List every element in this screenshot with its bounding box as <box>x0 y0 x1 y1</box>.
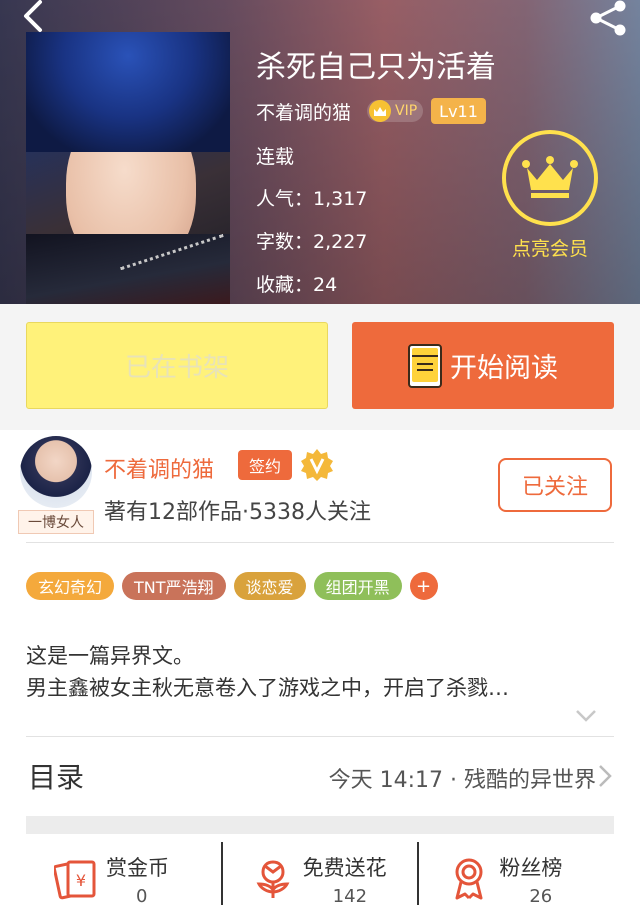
author-card-name[interactable]: 不着调的猫 <box>104 452 214 484</box>
tag-item[interactable]: 谈恋爱 <box>233 572 306 600</box>
chevron-right-icon <box>599 765 612 787</box>
tag-list: 玄幻奇幻 TNT严浩翔 谈恋爱 组团开黑 + <box>26 572 438 600</box>
share-icon[interactable] <box>586 0 630 40</box>
fan-rank-icon <box>455 858 483 900</box>
toc-label: 目录 <box>28 761 85 794</box>
level-badge: Lv11 <box>431 98 486 124</box>
fan-rank-value: 26 <box>529 886 553 905</box>
section-separator <box>26 816 614 834</box>
book-header: 杀死自己只为活着 不着调的猫 VIP Lv11 连载 人气：1,317 字数：2… <box>0 0 640 304</box>
tag-item[interactable]: TNT严浩翔 <box>122 572 226 600</box>
interaction-stats: ¥ 赏金币 0 免费送花 142 粉丝榜 26 <box>26 842 614 905</box>
book-title: 杀死自己只为活着 <box>256 50 496 85</box>
flower-icon <box>256 860 290 898</box>
word-count: 字数：2,227 <box>256 231 368 253</box>
latest-chapter: 今天 14:17 · 残酷的异世界 <box>328 768 596 793</box>
free-flower-value: 142 <box>332 886 368 905</box>
chevron-down-icon[interactable] <box>574 708 598 724</box>
member-button[interactable]: 点亮会员 <box>500 130 600 261</box>
reward-coin-label: 赏金币 <box>106 856 169 880</box>
signed-badge: 签约 <box>238 450 292 480</box>
book-detail-page: 杀死自己只为活着 不着调的猫 VIP Lv11 连载 人气：1,317 字数：2… <box>0 0 640 905</box>
book-info-section: 玄幻奇幻 TNT严浩翔 谈恋爱 组团开黑 + 这是一篇异界文。 男主鑫被女主秋无… <box>0 542 640 905</box>
followed-button[interactable]: 已关注 <box>498 458 612 512</box>
fan-rank-label: 粉丝榜 <box>499 856 563 880</box>
member-crown-icon <box>502 130 598 226</box>
book-cover-image[interactable] <box>26 32 230 304</box>
free-flower-stat[interactable]: 免费送花 142 <box>220 842 418 905</box>
tag-item[interactable]: 玄幻奇幻 <box>26 572 115 600</box>
verified-v-icon <box>301 449 333 481</box>
svg-text:¥: ¥ <box>76 871 86 890</box>
reward-coin-stat[interactable]: ¥ 赏金币 0 <box>26 842 221 905</box>
reward-coin-value: 0 <box>136 886 148 905</box>
popularity-count: 人气：1,317 <box>256 188 368 210</box>
start-reading-label: 开始阅读 <box>450 353 558 384</box>
divider <box>26 542 614 543</box>
author-card: 一博女人 不着调的猫 签约 著有12部作品·5338人关注 已关注 <box>0 430 640 542</box>
back-icon[interactable] <box>14 0 54 36</box>
free-flower-label: 免费送花 <box>302 856 387 880</box>
member-label: 点亮会员 <box>511 238 588 260</box>
vip-label: VIP <box>395 103 418 119</box>
synopsis[interactable]: 这是一篇异界文。 男主鑫被女主秋无意卷入了游戏之中，开启了杀戮… <box>26 640 606 704</box>
synopsis-line: 这是一篇异界文。 <box>26 644 194 668</box>
author-stats: 著有12部作品·5338人关注 <box>104 500 371 525</box>
serial-status: 连载 <box>256 146 295 168</box>
author-row: 不着调的猫 VIP Lv11 <box>256 96 486 126</box>
vip-badge: VIP <box>367 100 424 122</box>
start-reading-button[interactable]: 开始阅读 <box>352 322 614 409</box>
fan-rank-stat[interactable]: 粉丝榜 26 <box>417 842 614 905</box>
vip-crown-icon <box>369 100 392 122</box>
favorites-count: 收藏：24 <box>256 274 338 296</box>
divider <box>26 736 614 737</box>
avatar-tag: 一博女人 <box>18 510 94 534</box>
synopsis-line: 男主鑫被女主秋无意卷入了游戏之中，开启了杀戮… <box>26 676 509 700</box>
add-tag-button[interactable]: + <box>409 572 438 600</box>
tag-item[interactable]: 组团开黑 <box>313 572 402 600</box>
reward-coin-icon: ¥ <box>54 860 96 900</box>
table-of-contents-row[interactable]: 目录 今天 14:17 · 残酷的异世界 <box>0 738 640 810</box>
author-name[interactable]: 不着调的猫 <box>256 98 351 125</box>
author-avatar[interactable] <box>20 436 92 508</box>
book-icon <box>408 343 442 388</box>
in-shelf-button[interactable]: 已在书架 <box>26 322 328 409</box>
